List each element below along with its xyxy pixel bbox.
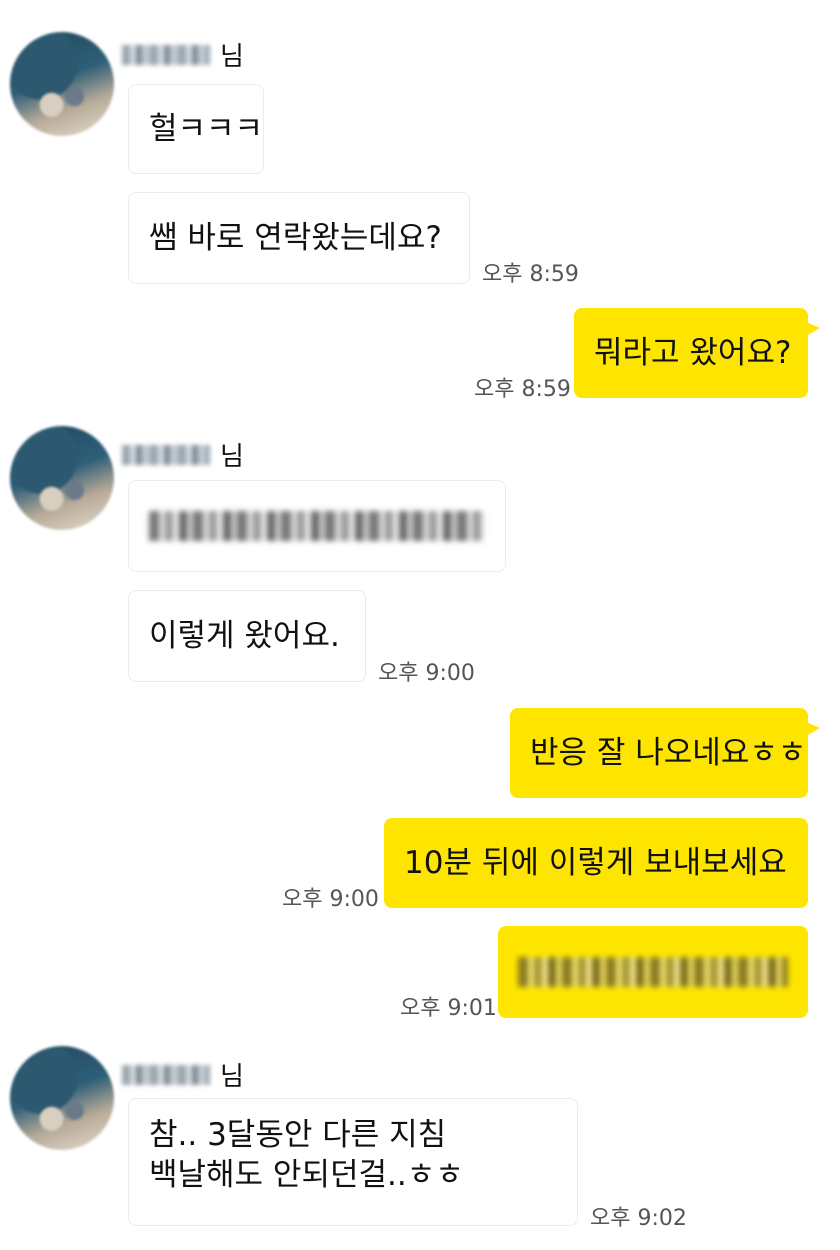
message-bubble-received[interactable] <box>128 480 506 572</box>
message-bubble-sent[interactable]: 반응 잘 나오네요ㅎㅎ <box>510 708 820 798</box>
message-time: 오후 8:59 <box>474 377 571 402</box>
blurred-message <box>149 511 485 541</box>
message-time: 오후 9:00 <box>378 661 475 686</box>
message-bubble-received[interactable]: 헐ㅋㅋㅋ <box>128 84 264 174</box>
message-bubble-sent[interactable]: 뭐라고 왔어요? <box>574 308 820 398</box>
message-bubble-sent[interactable]: 10분 뒤에 이렇게 보내보세요 <box>384 818 808 908</box>
message-time: 오후 9:00 <box>282 887 379 912</box>
message-time: 오후 8:59 <box>482 262 579 287</box>
blurred-name <box>122 44 210 65</box>
message-bubble-received[interactable]: 쌤 바로 연락왔는데요? <box>128 192 470 284</box>
sender-name: 님 <box>122 1056 244 1093</box>
sender-name: 님 <box>122 436 244 473</box>
message-time: 오후 9:01 <box>400 996 497 1021</box>
message-time: 오후 9:02 <box>590 1206 687 1231</box>
avatar[interactable] <box>10 32 114 136</box>
blurred-message <box>518 957 788 987</box>
message-bubble-sent[interactable] <box>498 926 808 1018</box>
message-bubble-received[interactable]: 참.. 3달동안 다른 지침 백날해도 안되던걸..ㅎㅎ <box>128 1098 578 1226</box>
blurred-name <box>122 444 210 465</box>
avatar[interactable] <box>10 426 114 530</box>
blurred-name <box>122 1064 210 1085</box>
sender-name: 님 <box>122 36 244 73</box>
avatar[interactable] <box>10 1046 114 1150</box>
message-bubble-received[interactable]: 이렇게 왔어요. <box>128 590 366 682</box>
